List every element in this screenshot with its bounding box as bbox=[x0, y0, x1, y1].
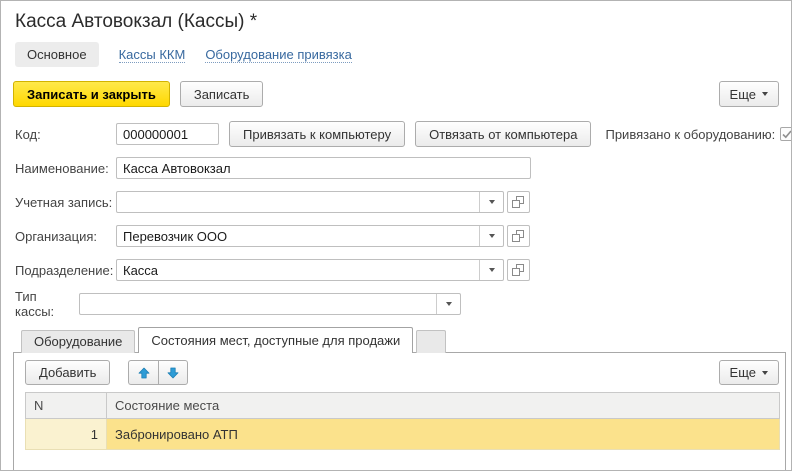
save-button[interactable]: Записать bbox=[180, 81, 264, 107]
checkmark-icon bbox=[782, 130, 792, 139]
name-label: Наименование: bbox=[15, 161, 116, 176]
department-row: Подразделение: bbox=[15, 259, 791, 281]
grid-more-label: Еще bbox=[730, 365, 756, 380]
grid-more-button[interactable]: Еще bbox=[719, 360, 779, 385]
combo-arrow-icon bbox=[489, 234, 495, 238]
move-buttons bbox=[128, 360, 188, 385]
page-title: Касса Автовокзал (Кассы) * bbox=[15, 11, 791, 33]
account-open-button[interactable] bbox=[507, 191, 530, 213]
department-combo bbox=[116, 259, 504, 281]
combo-arrow-icon bbox=[489, 268, 495, 272]
form-fields: Код: Привязать к компьютеру Отвязать от … bbox=[1, 123, 791, 315]
combo-arrow-icon bbox=[446, 302, 452, 306]
open-reference-icon bbox=[512, 196, 525, 209]
arrow-up-icon bbox=[138, 367, 150, 379]
dropdown-arrow-icon bbox=[762, 371, 768, 375]
account-input[interactable] bbox=[117, 192, 479, 212]
cash-type-dropdown-button[interactable] bbox=[436, 294, 460, 314]
seat-states-table: N Состояние места 1 Забронировано АТП bbox=[25, 392, 780, 450]
bound-to-equipment-checkbox[interactable] bbox=[780, 127, 792, 141]
account-dropdown-button[interactable] bbox=[479, 192, 503, 212]
more-button[interactable]: Еще bbox=[719, 81, 779, 107]
code-label: Код: bbox=[15, 127, 116, 142]
bind-to-computer-button[interactable]: Привязать к компьютеру bbox=[229, 121, 405, 147]
seat-state-cell[interactable]: Забронировано АТП bbox=[107, 419, 780, 450]
tab-equipment[interactable]: Оборудование bbox=[21, 330, 135, 353]
cash-type-combo bbox=[79, 293, 461, 315]
table-row[interactable]: 1 Забронировано АТП bbox=[26, 419, 780, 450]
arrow-down-icon bbox=[167, 367, 179, 379]
organization-open-button[interactable] bbox=[507, 225, 530, 247]
open-reference-icon bbox=[512, 264, 525, 277]
account-label: Учетная запись: bbox=[15, 195, 116, 210]
cash-type-label: Тип кассы: bbox=[15, 289, 79, 319]
account-row: Учетная запись: bbox=[15, 191, 791, 213]
organization-row: Организация: bbox=[15, 225, 791, 247]
row-number-cell[interactable]: 1 bbox=[26, 419, 107, 450]
department-label: Подразделение: bbox=[15, 263, 116, 278]
nav-tabs: Основное Кассы ККМ Оборудование привязка bbox=[15, 42, 791, 67]
organization-dropdown-button[interactable] bbox=[479, 226, 503, 246]
account-combo bbox=[116, 191, 504, 213]
tab-kkm-cashboxes[interactable]: Кассы ККМ bbox=[119, 47, 186, 63]
save-and-close-button[interactable]: Записать и закрыть bbox=[13, 81, 170, 107]
table-header-row: N Состояние места bbox=[26, 393, 780, 419]
tab-equipment-binding[interactable]: Оборудование привязка bbox=[205, 47, 352, 63]
tab-seat-states[interactable]: Состояния мест, доступные для продажи bbox=[138, 327, 413, 353]
tab-main[interactable]: Основное bbox=[15, 42, 99, 67]
code-row: Код: Привязать к компьютеру Отвязать от … bbox=[15, 123, 791, 145]
department-dropdown-button[interactable] bbox=[479, 260, 503, 280]
dropdown-arrow-icon bbox=[762, 92, 768, 96]
organization-combo bbox=[116, 225, 504, 247]
department-open-button[interactable] bbox=[507, 259, 530, 281]
lower-tabs: Оборудование Состояния мест, доступные д… bbox=[21, 327, 791, 353]
column-header-n[interactable]: N bbox=[26, 393, 107, 419]
more-button-label: Еще bbox=[730, 87, 756, 102]
open-reference-icon bbox=[512, 230, 525, 243]
tab-stub bbox=[416, 330, 446, 353]
organization-label: Организация: bbox=[15, 229, 116, 244]
move-down-button[interactable] bbox=[158, 360, 188, 385]
name-input[interactable] bbox=[116, 157, 531, 179]
unbind-from-computer-button[interactable]: Отвязать от компьютера bbox=[415, 121, 591, 147]
form-window: Касса Автовокзал (Кассы) * Основное Касс… bbox=[0, 0, 792, 471]
code-input[interactable] bbox=[116, 123, 219, 145]
combo-arrow-icon bbox=[489, 200, 495, 204]
department-input[interactable] bbox=[117, 260, 479, 280]
name-row: Наименование: bbox=[15, 157, 791, 179]
cash-type-row: Тип кассы: bbox=[15, 293, 791, 315]
grid-toolbar: Добавить Еще bbox=[14, 353, 785, 385]
add-button[interactable]: Добавить bbox=[25, 360, 110, 385]
move-up-button[interactable] bbox=[128, 360, 158, 385]
cash-type-input[interactable] bbox=[80, 294, 436, 314]
seat-states-panel: Добавить Еще bbox=[13, 352, 786, 471]
column-header-state[interactable]: Состояние места bbox=[107, 393, 780, 419]
command-bar: Записать и закрыть Записать Еще bbox=[13, 81, 779, 107]
bound-to-equipment-label: Привязано к оборудованию: bbox=[605, 127, 775, 142]
organization-input[interactable] bbox=[117, 226, 479, 246]
